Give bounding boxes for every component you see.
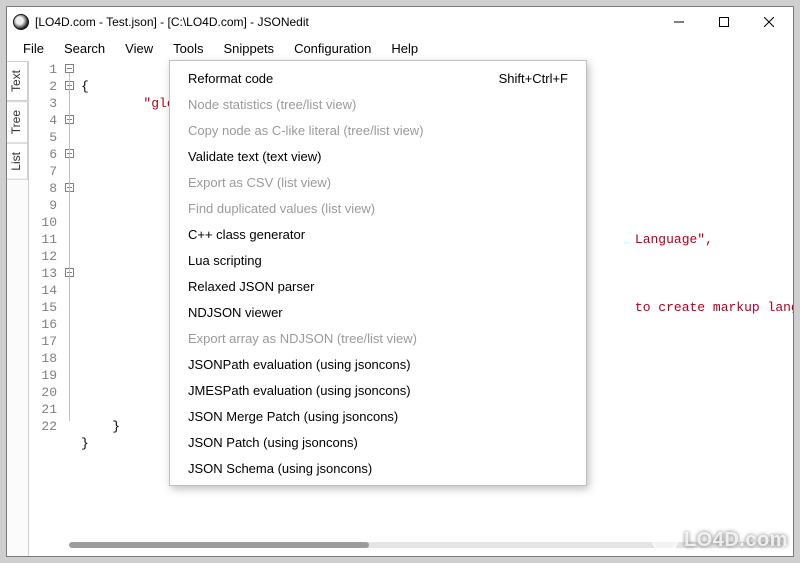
app-window: [LO4D.com - Test.json] - [C:\LO4D.com] -…: [6, 6, 794, 557]
menu-item-jsonpath-evaluation[interactable]: JSONPath evaluation (using jsoncons): [170, 351, 586, 377]
menu-search[interactable]: Search: [54, 38, 115, 59]
menu-item-ndjson-viewer[interactable]: NDJSON viewer: [170, 299, 586, 325]
menu-item-copy-node-c-literal: Copy node as C-like literal (tree/list v…: [170, 117, 586, 143]
line-number: 18: [29, 350, 57, 367]
line-number: 16: [29, 316, 57, 333]
code-line: }: [81, 436, 89, 451]
line-number: 1: [29, 61, 57, 78]
menu-item-json-patch[interactable]: JSON Patch (using jsoncons): [170, 429, 586, 455]
line-number: 17: [29, 333, 57, 350]
menu-item-label: JSON Schema (using jsoncons): [188, 461, 568, 476]
menu-item-relaxed-json-parser[interactable]: Relaxed JSON parser: [170, 273, 586, 299]
menu-configuration[interactable]: Configuration: [284, 38, 381, 59]
menu-item-label: Validate text (text view): [188, 149, 568, 164]
menu-item-label: JSON Patch (using jsoncons): [188, 435, 568, 450]
menu-item-label: NDJSON viewer: [188, 305, 568, 320]
watermark-text: LO4D.com: [684, 529, 788, 552]
menu-tools[interactable]: Tools: [163, 38, 213, 59]
line-number: 20: [29, 384, 57, 401]
menu-item-label: Relaxed JSON parser: [188, 279, 568, 294]
line-number: 4: [29, 112, 57, 129]
side-tab-text[interactable]: Text: [7, 61, 28, 101]
menu-item-label: Node statistics (tree/list view): [188, 97, 568, 112]
code-line: {: [81, 79, 89, 94]
menu-item-label: JSONPath evaluation (using jsoncons): [188, 357, 568, 372]
side-tabs: Text Tree List: [7, 61, 29, 556]
line-number: 11: [29, 231, 57, 248]
watermark-icon: [652, 527, 678, 553]
menu-file[interactable]: File: [13, 38, 54, 59]
line-number: 22: [29, 418, 57, 435]
code-line: }: [81, 419, 120, 434]
maximize-icon: [719, 17, 729, 27]
line-number: 12: [29, 248, 57, 265]
menu-item-label: JMESPath evaluation (using jsoncons): [188, 383, 568, 398]
menu-help[interactable]: Help: [381, 38, 428, 59]
menu-item-accelerator: Shift+Ctrl+F: [499, 71, 568, 86]
menu-item-label: Export array as NDJSON (tree/list view): [188, 331, 568, 346]
close-button[interactable]: [746, 8, 791, 36]
minimize-icon: [674, 17, 684, 27]
line-number: 6: [29, 146, 57, 163]
line-number: 7: [29, 163, 57, 180]
tools-dropdown: Reformat code Shift+Ctrl+F Node statisti…: [169, 60, 587, 486]
menu-item-reformat-code[interactable]: Reformat code Shift+Ctrl+F: [170, 65, 586, 91]
app-icon: [13, 14, 29, 30]
menubar: File Search View Tools Snippets Configur…: [7, 37, 793, 61]
titlebar[interactable]: [LO4D.com - Test.json] - [C:\LO4D.com] -…: [7, 7, 793, 37]
menu-item-export-ndjson: Export array as NDJSON (tree/list view): [170, 325, 586, 351]
code-line: "glo: [112, 96, 174, 111]
maximize-button[interactable]: [701, 8, 746, 36]
window-title: [LO4D.com - Test.json] - [C:\LO4D.com] -…: [35, 15, 309, 29]
watermark: LO4D.com: [652, 527, 788, 553]
menu-item-label: Lua scripting: [188, 253, 568, 268]
menu-item-label: Find duplicated values (list view): [188, 201, 568, 216]
side-tab-list[interactable]: List: [7, 143, 28, 180]
line-number: 5: [29, 129, 57, 146]
line-number: 13: [29, 265, 57, 282]
line-number: 21: [29, 401, 57, 418]
menu-item-label: JSON Merge Patch (using jsoncons): [188, 409, 568, 424]
menu-item-lua-scripting[interactable]: Lua scripting: [170, 247, 586, 273]
menu-snippets[interactable]: Snippets: [213, 38, 284, 59]
line-number: 14: [29, 282, 57, 299]
line-number: 10: [29, 214, 57, 231]
menu-item-label: C++ class generator: [188, 227, 568, 242]
line-number: 15: [29, 299, 57, 316]
menu-item-export-csv: Export as CSV (list view): [170, 169, 586, 195]
menu-item-label: Export as CSV (list view): [188, 175, 568, 190]
menu-item-cpp-class-generator[interactable]: C++ class generator: [170, 221, 586, 247]
scrollbar-thumb[interactable]: [69, 542, 369, 548]
menu-view[interactable]: View: [115, 38, 163, 59]
menu-item-node-statistics: Node statistics (tree/list view): [170, 91, 586, 117]
code-line: to create markup languages s: [635, 300, 793, 315]
line-number: 3: [29, 95, 57, 112]
menu-item-json-merge-patch[interactable]: JSON Merge Patch (using jsoncons): [170, 403, 586, 429]
close-icon: [764, 17, 774, 27]
side-tab-tree[interactable]: Tree: [7, 101, 28, 143]
line-number: 8: [29, 180, 57, 197]
menu-item-json-schema[interactable]: JSON Schema (using jsoncons): [170, 455, 586, 481]
line-number: 9: [29, 197, 57, 214]
desktop-frame: [LO4D.com - Test.json] - [C:\LO4D.com] -…: [0, 0, 800, 563]
fold-toggle-icon[interactable]: [65, 64, 74, 73]
line-number: 2: [29, 78, 57, 95]
menu-item-find-duplicated-values: Find duplicated values (list view): [170, 195, 586, 221]
menu-item-label: Reformat code: [188, 71, 499, 86]
minimize-button[interactable]: [656, 8, 701, 36]
line-number-gutter: 1 2 3 4 5 6 7 8 9 10 11 12 13 14 15 16 1: [29, 61, 63, 435]
code-line: Language",: [635, 232, 713, 247]
menu-item-jmespath-evaluation[interactable]: JMESPath evaluation (using jsoncons): [170, 377, 586, 403]
menu-item-validate-text[interactable]: Validate text (text view): [170, 143, 586, 169]
fold-guide: [69, 73, 70, 421]
menu-item-label: Copy node as C-like literal (tree/list v…: [188, 123, 568, 138]
line-number: 19: [29, 367, 57, 384]
